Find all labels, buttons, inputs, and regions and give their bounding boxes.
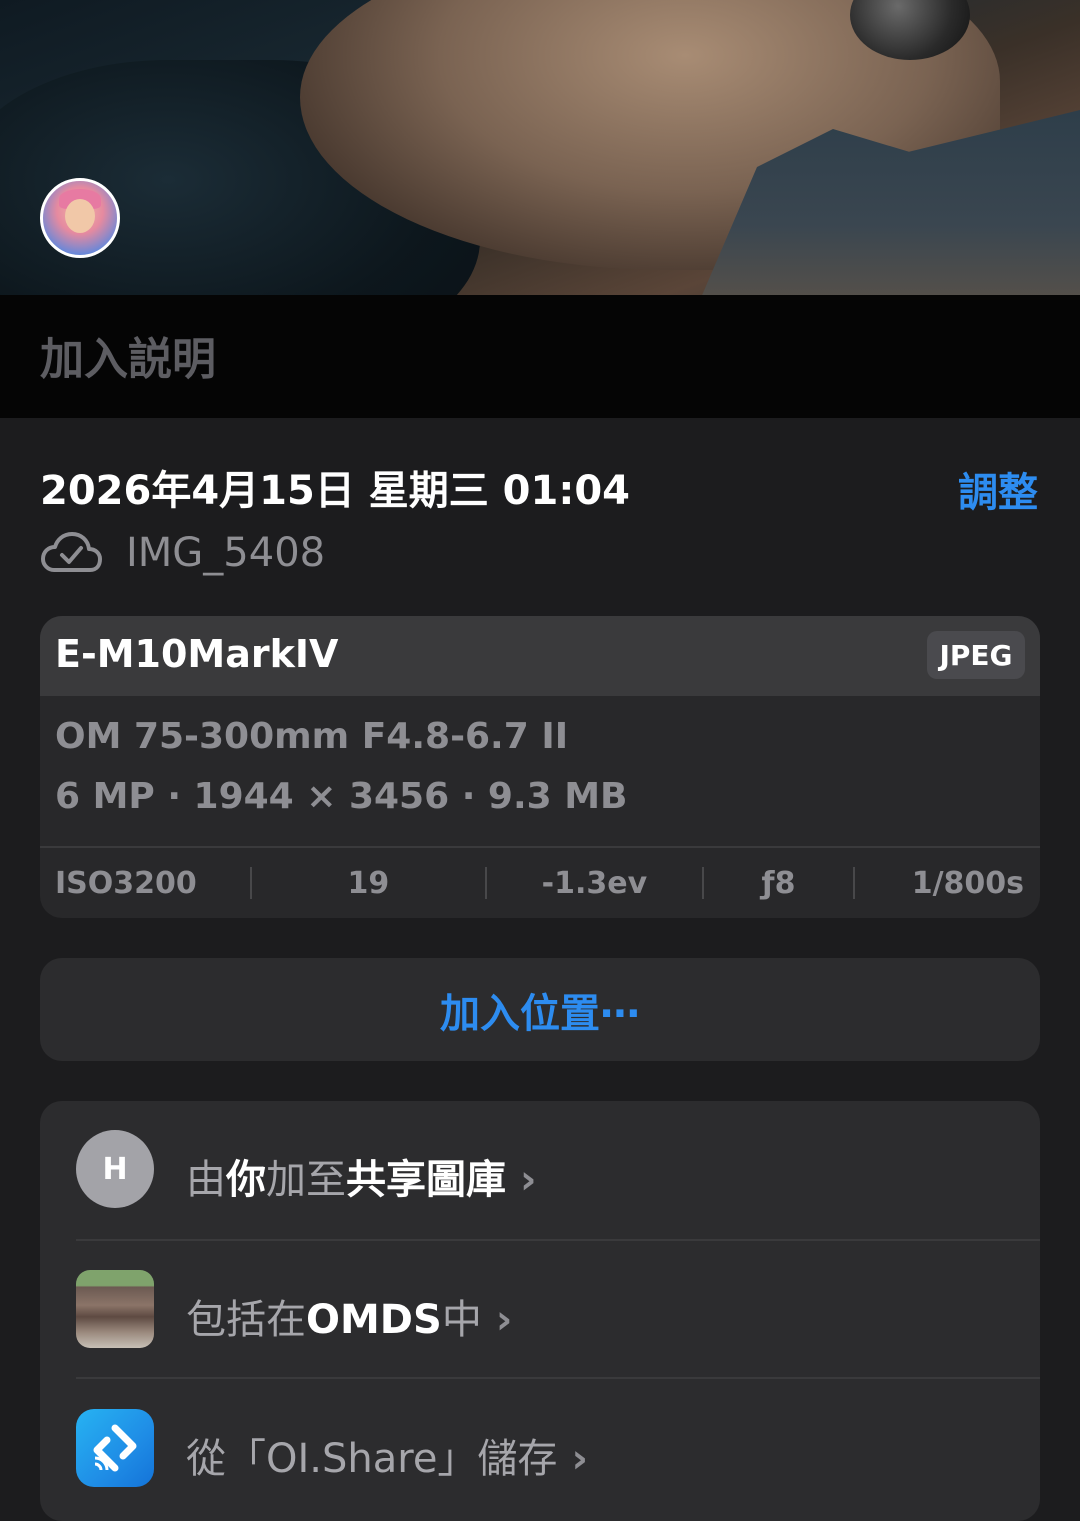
photo-preview[interactable]: [0, 0, 1080, 295]
caption-placeholder: 加入説明: [40, 334, 216, 385]
share-glyph-icon: [93, 1424, 137, 1472]
add-location-button[interactable]: 加入位置⋯: [40, 958, 1040, 1061]
chevron-right-icon: ›: [495, 1297, 513, 1343]
photo-actions-list: H 由你加至共享圖庫 › 包括在OMDS中 › 從「OI.Share」儲存 ›: [40, 1101, 1040, 1521]
shared-prefix: 由: [186, 1157, 226, 1203]
album-row[interactable]: 包括在OMDS中 ›: [40, 1241, 1040, 1379]
shared-library-row[interactable]: H 由你加至共享圖庫 ›: [40, 1101, 1040, 1239]
exif-focal-length: 19: [347, 865, 390, 901]
shared-middle: 加至: [266, 1157, 346, 1203]
user-initial-icon: H: [76, 1130, 154, 1208]
album-name: OMDS: [306, 1297, 442, 1343]
exif-iso: ISO3200: [55, 865, 197, 901]
row-divider: [76, 1377, 1040, 1379]
format-badge: JPEG: [927, 631, 1025, 679]
app-source-row[interactable]: 從「OI.Share」儲存 ›: [40, 1380, 1040, 1518]
camera-model: E-M10MarkIV: [55, 632, 339, 676]
avatar-face: [65, 199, 95, 233]
lens-info: OM 75-300mm F4.8-6.7 II: [55, 716, 569, 757]
app-source-label: 從「OI.Share」儲存 ›: [186, 1426, 588, 1484]
exif-row: ISO3200 19 -1.3ev ƒ8 1/800s: [40, 848, 1040, 918]
filename: IMG_5408: [126, 530, 326, 576]
exif-shutter: 1/800s: [911, 865, 1025, 901]
adjust-button[interactable]: 調整: [958, 460, 1038, 518]
shared-library-label: 由你加至共享圖庫 ›: [186, 1147, 536, 1205]
filename-row: IMG_5408: [40, 525, 325, 581]
shared-you: 你: [226, 1157, 266, 1203]
caption-field[interactable]: 加入説明: [0, 295, 1080, 418]
photo-datetime: 2026年4月15日 星期三 01:04: [40, 468, 630, 514]
album-suffix: 中: [441, 1297, 482, 1343]
exif-aperture: ƒ8: [761, 865, 796, 901]
exif-exposure: -1.3ev: [541, 865, 648, 901]
exif-card: E-M10MarkIV JPEG OM 75-300mm F4.8-6.7 II…: [40, 616, 1040, 918]
icloud-check-icon: [41, 532, 102, 572]
album-thumbnail: [76, 1270, 154, 1348]
image-specs: 6 MP · 1944 × 3456 · 9.3 MB: [55, 776, 628, 817]
exif-card-header: E-M10MarkIV JPEG: [40, 616, 1040, 696]
shared-library-name: 共享圖庫: [346, 1157, 506, 1203]
oi-share-app-icon: [76, 1409, 154, 1487]
app-source-text: 從「OI.Share」儲存: [186, 1436, 558, 1482]
chevron-right-icon: ›: [571, 1436, 588, 1482]
chevron-right-icon: ›: [520, 1157, 537, 1203]
avatar[interactable]: [40, 178, 120, 258]
album-label: 包括在OMDS中 ›: [186, 1287, 512, 1345]
album-prefix: 包括在: [186, 1297, 306, 1343]
